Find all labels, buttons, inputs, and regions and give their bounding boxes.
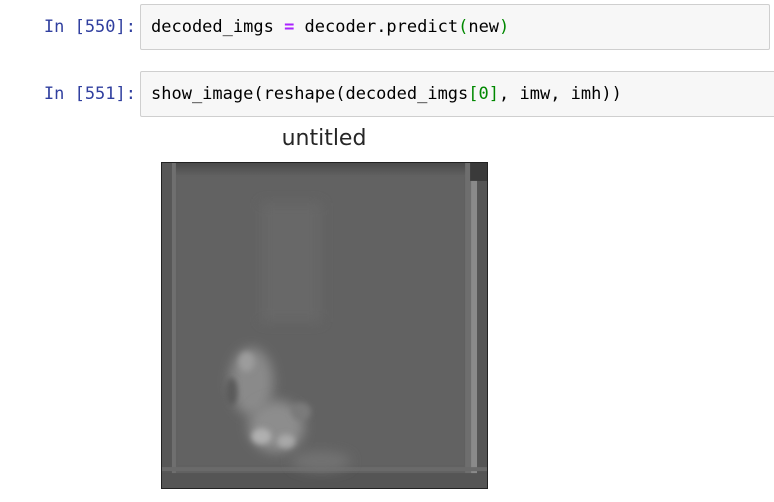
- code-token: decoder.predict: [294, 17, 459, 37]
- code-input-area[interactable]: show_image(reshape(decoded_imgs[0], imw,…: [140, 71, 774, 117]
- code-token: decoded_imgs: [151, 17, 285, 37]
- code-token: show_image(reshape(decoded_imgs: [151, 84, 469, 104]
- input-prompt: In [550]:: [43, 17, 136, 37]
- code-token: 0: [478, 84, 489, 104]
- code-token: new: [468, 17, 500, 37]
- code-cell-551[interactable]: In [551]: show_image(reshape(decoded_img…: [0, 71, 774, 117]
- code-token: , imw, imh)): [499, 84, 622, 104]
- figure-title: untitled: [281, 126, 367, 151]
- code-token: (: [458, 17, 469, 37]
- code-token: [: [468, 84, 479, 104]
- code-token: ]: [488, 84, 500, 104]
- cell-output: untitled: [157, 126, 491, 494]
- decoded-image: [161, 162, 488, 489]
- code-cell-550[interactable]: In [550]: decoded_imgs = decoder.predict…: [0, 4, 774, 50]
- code-token: ): [499, 17, 510, 37]
- code-token: =: [284, 17, 295, 37]
- input-prompt: In [551]:: [43, 84, 136, 104]
- code-input-area[interactable]: decoded_imgs = decoder.predict(new): [140, 4, 770, 50]
